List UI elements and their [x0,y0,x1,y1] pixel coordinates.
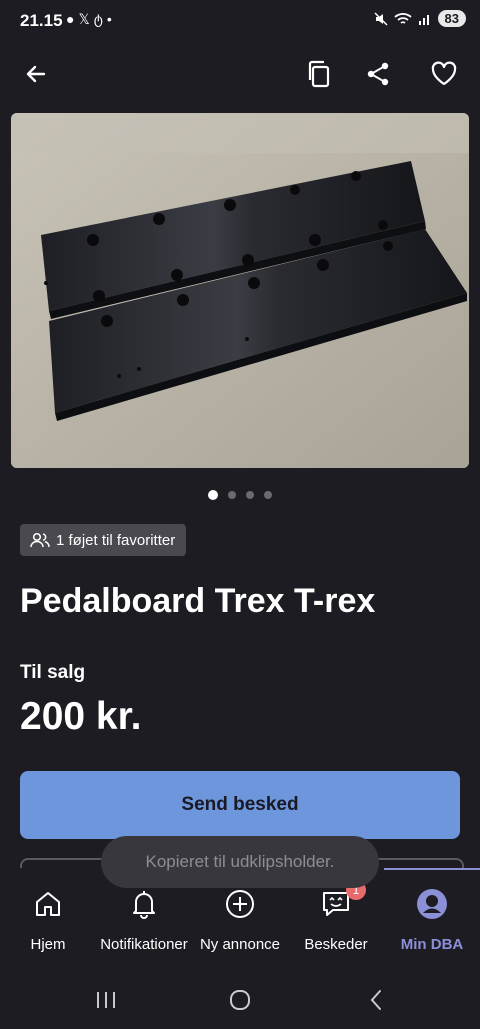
status-bar: 21.15 ●𝕏ტ• 83 [0,0,480,44]
nav-item-new-listing[interactable]: Ny annonce [192,886,288,953]
battery-indicator: 83 [437,10,466,27]
favorite-button[interactable] [424,54,464,94]
pedalboard-image [11,113,469,468]
nav-label-new-listing: Ny annonce [199,936,281,953]
page-dot-4[interactable] [264,491,272,499]
listing-title: Pedalboard Trex T-rex [20,582,376,620]
copy-icon [308,60,330,88]
back-arrow-icon [26,65,46,83]
plus-circle-icon [226,890,254,918]
home-circle-icon [230,990,250,1010]
profile-icon [417,889,447,919]
share-icon [367,62,389,86]
nav-item-my-dba[interactable]: Min DBA [384,886,480,953]
system-back-button[interactable] [356,980,396,1020]
copy-button[interactable] [299,54,339,94]
dot-icon: • [106,11,116,27]
sale-type: Til salg [20,662,86,683]
status-time: 21.15 [20,11,63,30]
home-icon [36,892,60,916]
recent-apps-button[interactable] [86,980,126,1020]
page-dot-2[interactable] [228,491,236,499]
heart-icon [431,61,457,86]
x-logo-icon: 𝕏 [78,11,94,27]
bell-icon [133,891,155,919]
page-dot-1[interactable] [208,490,218,500]
nav-label-home: Hjem [30,936,66,953]
listing-photo[interactable] [11,113,469,468]
favorites-count-badge: 1 føjet til favoritter [20,524,187,556]
page-dot-3[interactable] [246,491,254,499]
nav-item-notifications[interactable]: Notifikationer [96,886,192,953]
nav-item-home[interactable]: Hjem [0,886,96,953]
status-right: 83 [374,10,466,27]
wifi-icon [393,12,412,24]
mute-icon [374,11,388,26]
send-message-button[interactable]: Send besked [20,771,460,839]
chat-bubble-icon: ● [66,11,79,27]
active-tab-indicator [384,868,480,870]
home-button[interactable] [220,980,260,1020]
notification-icons: ●𝕏ტ• [66,11,116,28]
system-navigation-bar [0,970,480,1029]
threads-icon: ტ [93,11,107,27]
nav-label-my-dba: Min DBA [400,936,464,953]
share-button[interactable] [358,54,398,94]
nav-label-messages: Beskeder [304,936,368,953]
signal-icon [418,14,429,25]
gallery-pagination [0,490,480,500]
back-button[interactable] [16,54,56,94]
nav-item-messages[interactable]: 1 Beskeder [288,880,384,953]
nav-label-notifications: Notifikationer [100,936,188,953]
clipboard-toast: Kopieret til udklipsholder. [101,836,379,888]
listing-price: 200 kr. [20,695,142,738]
top-bar [0,50,480,98]
favorites-text: 1 føjet til favoritter [56,531,176,549]
users-icon [30,532,50,548]
recent-apps-icon [97,992,115,1008]
chevron-left-icon [370,990,381,1010]
